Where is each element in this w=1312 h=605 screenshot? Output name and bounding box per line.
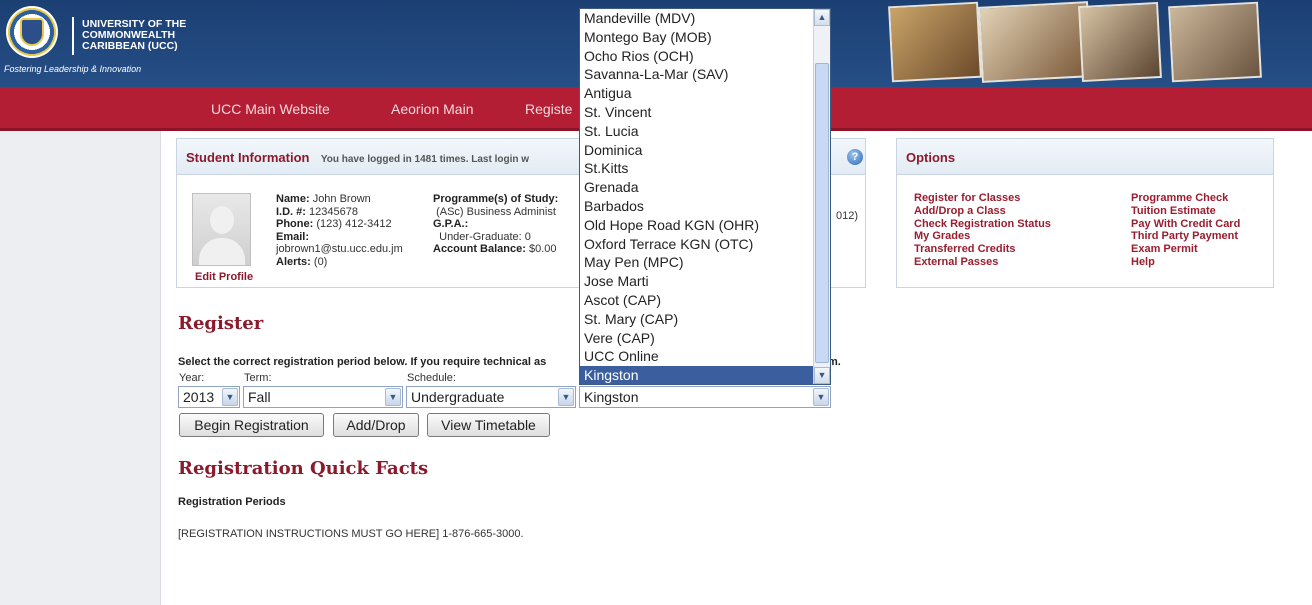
option-check-registration-status[interactable]: Check Registration Status	[914, 218, 1051, 231]
options-title: Options	[906, 150, 956, 165]
student-name: John Brown	[312, 193, 371, 205]
campus-select[interactable]: Kingston ▼	[579, 386, 831, 408]
options-links-col1: Register for Classes Add/Drop a Class Ch…	[914, 192, 1051, 269]
nav-aeorion-main[interactable]: Aeorion Main	[391, 101, 474, 117]
option-programme-check[interactable]: Programme Check	[1131, 192, 1240, 205]
view-timetable-button[interactable]: View Timetable	[427, 413, 550, 437]
registration-quick-facts-heading: Registration Quick Facts	[178, 458, 429, 479]
begin-registration-button[interactable]: Begin Registration	[179, 413, 324, 437]
student-contact-info: Name: John Brown I.D. #: 12345678 Phone:…	[276, 193, 403, 268]
year-label: Year:	[179, 372, 205, 384]
chevron-down-icon: ▼	[385, 388, 401, 406]
student-alerts: (0)	[313, 255, 328, 268]
campus-option[interactable]: Mandeville (MDV)	[580, 9, 815, 28]
chevron-down-icon: ▼	[813, 388, 829, 406]
campus-option[interactable]: Oxford Terrace KGN (OTC)	[580, 235, 815, 254]
scroll-up-icon[interactable]: ▲	[814, 9, 830, 26]
option-transferred-credits[interactable]: Transferred Credits	[914, 243, 1051, 256]
scroll-down-icon[interactable]: ▼	[814, 367, 830, 384]
edit-profile-link[interactable]: Edit Profile	[195, 271, 253, 283]
nav-registration[interactable]: Registe	[525, 101, 572, 117]
campus-option-selected[interactable]: Kingston	[580, 366, 815, 384]
option-third-party-payment[interactable]: Third Party Payment	[1131, 230, 1240, 243]
student-phone: (123) 412-3412	[316, 218, 392, 230]
schedule-label: Schedule:	[407, 372, 456, 384]
university-seal-icon	[6, 6, 58, 58]
option-pay-with-credit-card[interactable]: Pay With Credit Card	[1131, 218, 1240, 231]
campus-option[interactable]: Old Hope Road KGN (OHR)	[580, 216, 815, 235]
dropdown-scrollbar[interactable]: ▲ ▼	[813, 9, 830, 384]
gpa-value: Under-Graduate: 0	[439, 230, 531, 243]
campus-option[interactable]: Antigua	[580, 84, 815, 103]
campus-option[interactable]: St. Vincent	[580, 103, 815, 122]
tagline: Fostering Leadership & Innovation	[4, 64, 142, 74]
option-add-drop-class[interactable]: Add/Drop a Class	[914, 205, 1051, 218]
options-links-col2: Programme Check Tuition Estimate Pay Wit…	[1131, 192, 1240, 269]
campus-option[interactable]: Ascot (CAP)	[580, 291, 815, 310]
registration-periods-label: Registration Periods	[178, 496, 286, 508]
student-email: jobrown1@stu.ucc.edu.jm	[276, 243, 403, 255]
campus-option[interactable]: St.Kitts	[580, 159, 815, 178]
student-id: 12345678	[309, 205, 358, 218]
register-heading: Register	[178, 313, 264, 334]
term-select[interactable]: Fall ▼	[243, 386, 403, 408]
question-icon[interactable]: ?	[847, 149, 863, 165]
option-external-passes[interactable]: External Passes	[914, 256, 1051, 269]
campus-option[interactable]: Dominica	[580, 141, 815, 160]
campus-option[interactable]: Grenada	[580, 178, 815, 197]
campus-option[interactable]: St. Mary (CAP)	[580, 310, 815, 329]
student-information-title: Student Information	[186, 150, 310, 165]
option-my-grades[interactable]: My Grades	[914, 230, 1051, 243]
campus-option[interactable]: Jose Marti	[580, 272, 815, 291]
campus-option[interactable]: Montego Bay (MOB)	[580, 28, 815, 47]
account-balance: $0.00	[528, 243, 557, 255]
registration-instructions: Select the correct registration period b…	[178, 356, 547, 368]
chevron-down-icon: ▼	[558, 388, 574, 406]
option-register-for-classes[interactable]: Register for Classes	[914, 192, 1051, 205]
term-label: Term:	[244, 372, 272, 384]
add-drop-button[interactable]: Add/Drop	[333, 413, 419, 437]
header-photo-collage	[870, 0, 1265, 84]
year-select[interactable]: 2013 ▼	[178, 386, 240, 408]
chevron-down-icon: ▼	[222, 388, 238, 406]
nav-ucc-main-website[interactable]: UCC Main Website	[211, 101, 330, 117]
campus-option[interactable]: May Pen (MPC)	[580, 253, 815, 272]
campus-option[interactable]: Vere (CAP)	[580, 329, 815, 348]
option-exam-permit[interactable]: Exam Permit	[1131, 243, 1240, 256]
scrollbar-thumb[interactable]	[815, 63, 829, 363]
campus-option[interactable]: St. Lucia	[580, 122, 815, 141]
registration-instructions-note: [REGISTRATION INSTRUCTIONS MUST GO HERE]…	[178, 528, 524, 540]
option-tuition-estimate[interactable]: Tuition Estimate	[1131, 205, 1240, 218]
student-academic-info: Programme(s) of Study: (ASc) Business Ad…	[433, 193, 559, 255]
hidden-info-fragment: 012)	[836, 210, 859, 222]
campus-option[interactable]: Savanna-La-Mar (SAV)	[580, 65, 815, 84]
campus-option[interactable]: UCC Online	[580, 347, 815, 366]
schedule-select[interactable]: Undergraduate ▼	[406, 386, 576, 408]
campus-dropdown-list[interactable]: Mandeville (MDV) Montego Bay (MOB) Ocho …	[579, 8, 831, 385]
university-name: UNIVERSITY OF THE COMMONWEALTH CARIBBEAN…	[72, 17, 192, 55]
login-note: You have logged in 1481 times. Last logi…	[320, 154, 530, 165]
option-help[interactable]: Help	[1131, 256, 1240, 269]
campus-option[interactable]: Ocho Rios (OCH)	[580, 47, 815, 66]
campus-option[interactable]: Barbados	[580, 197, 815, 216]
avatar[interactable]	[192, 193, 251, 266]
programme-value: (ASc) Business Administ	[436, 205, 556, 218]
